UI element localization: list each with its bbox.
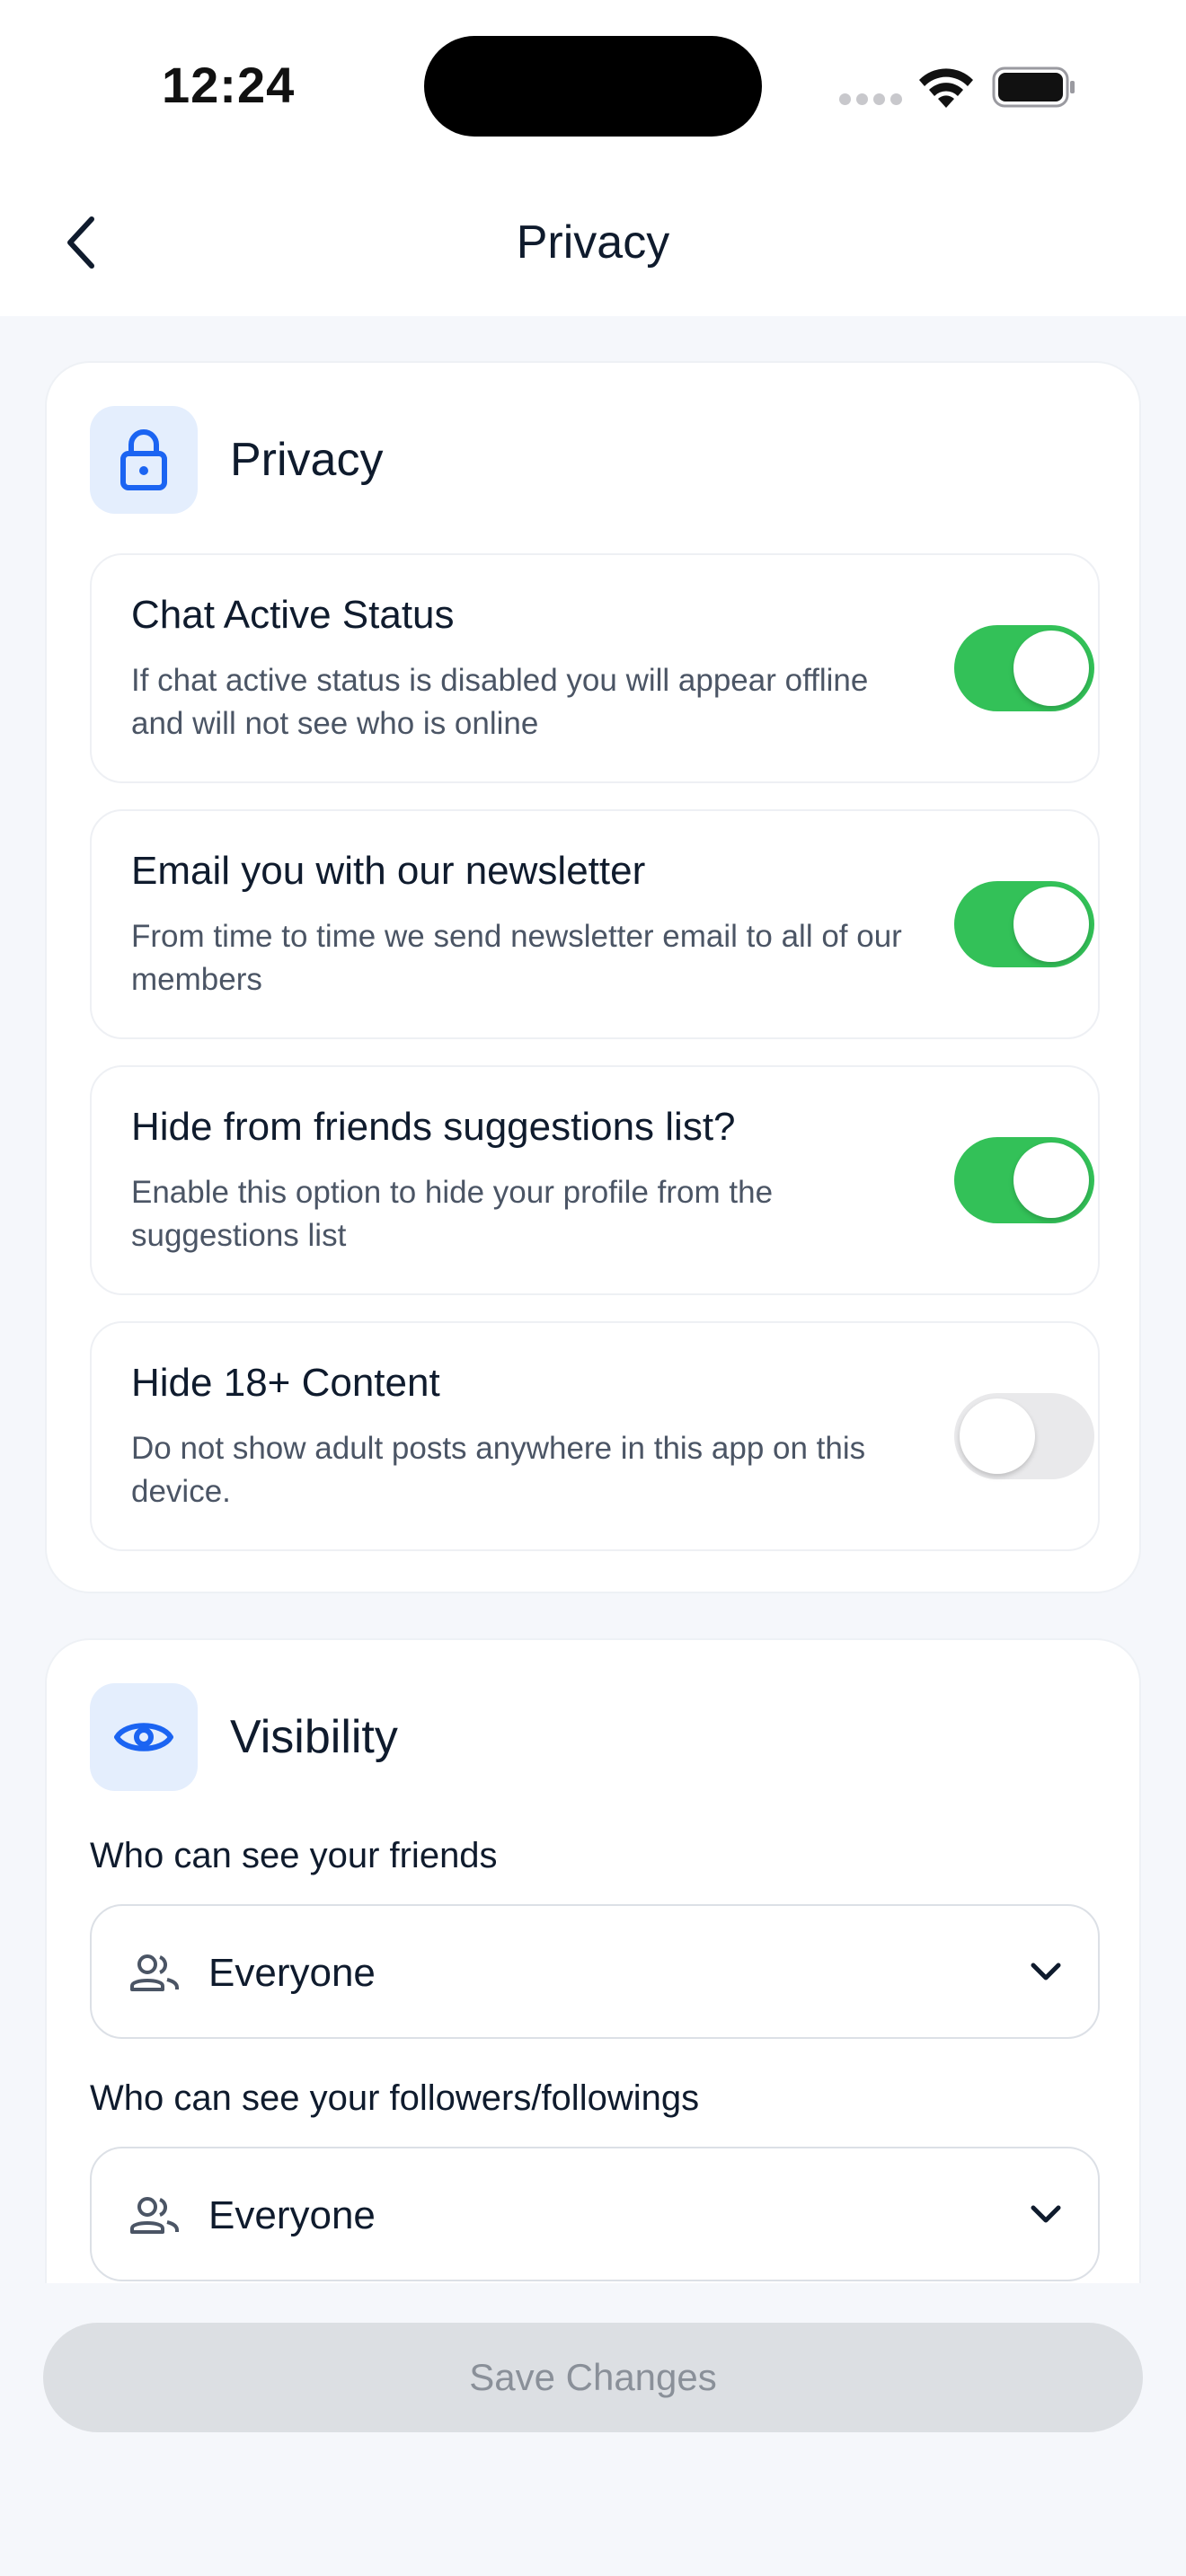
bottom-action-bar: Save Changes — [0, 2283, 1186, 2576]
setting-description: Do not show adult posts anywhere in this… — [131, 1431, 866, 1509]
friends-visibility-label: Who can see your friends — [90, 1836, 498, 1875]
toggle-knob — [1013, 631, 1089, 706]
privacy-section-title: Privacy — [230, 434, 384, 486]
people-icon — [130, 1954, 179, 1991]
setting-title: Hide from friends suggestions list? — [131, 1105, 736, 1149]
visibility-section-header: Visibility — [90, 1683, 398, 1791]
setting-description: From time to time we send newsletter ema… — [131, 919, 902, 997]
privacy-icon-tile — [90, 406, 198, 514]
visibility-section-title: Visibility — [230, 1711, 398, 1763]
setting-title: Hide 18+ Content — [131, 1361, 440, 1405]
visibility-icon-tile — [90, 1683, 198, 1791]
nav-bar: Privacy — [0, 171, 1186, 316]
cellular-signal-icon — [839, 93, 902, 106]
status-bar: 12:24 — [0, 0, 1186, 171]
setting-title: Chat Active Status — [131, 593, 455, 637]
status-time: 12:24 — [162, 57, 296, 113]
dynamic-island — [424, 36, 762, 137]
eye-icon — [114, 1723, 173, 1751]
setting-hide-from-suggestions: Hide from friends suggestions list? Enab… — [90, 1065, 1100, 1295]
chevron-down-icon — [1031, 2205, 1061, 2223]
setting-description: If chat active status is disabled you wi… — [131, 663, 869, 741]
hide-from-suggestions-toggle[interactable] — [954, 1137, 1094, 1223]
privacy-card: Privacy Chat Active Status If chat activ… — [45, 361, 1141, 1593]
toggle-knob — [1013, 1142, 1089, 1218]
wifi-icon — [919, 68, 973, 108]
setting-chat-active-status: Chat Active Status If chat active status… — [90, 553, 1100, 783]
battery-icon — [992, 66, 1075, 108]
privacy-section-header: Privacy — [90, 406, 383, 514]
people-icon — [130, 2197, 179, 2234]
followers-visibility-label: Who can see your followers/followings — [90, 2078, 700, 2118]
setting-newsletter: Email you with our newsletter From time … — [90, 809, 1100, 1039]
setting-hide-adult-content: Hide 18+ Content Do not show adult posts… — [90, 1321, 1100, 1551]
privacy-screen: 12:24 Privacy Privacy Chat Active Status… — [0, 0, 1186, 2576]
lock-icon — [120, 429, 167, 490]
newsletter-toggle[interactable] — [954, 881, 1094, 967]
toggle-knob — [960, 1398, 1035, 1474]
setting-description: Enable this option to hide your profile … — [131, 1175, 774, 1253]
hide-adult-content-toggle[interactable] — [954, 1393, 1094, 1479]
save-changes-button[interactable]: Save Changes — [43, 2323, 1143, 2432]
followers-visibility-value: Everyone — [208, 2193, 376, 2237]
friends-visibility-value: Everyone — [208, 1951, 376, 1995]
followers-visibility-select[interactable]: Everyone — [90, 2147, 1100, 2281]
visibility-card: Visibility Who can see your friends Ever… — [45, 1638, 1141, 2285]
chat-active-status-toggle[interactable] — [954, 625, 1094, 711]
friends-visibility-select[interactable]: Everyone — [90, 1904, 1100, 2039]
setting-title: Email you with our newsletter — [131, 849, 646, 893]
toggle-knob — [1013, 887, 1089, 962]
page-title: Privacy — [516, 216, 670, 269]
chevron-down-icon — [1031, 1963, 1061, 1981]
